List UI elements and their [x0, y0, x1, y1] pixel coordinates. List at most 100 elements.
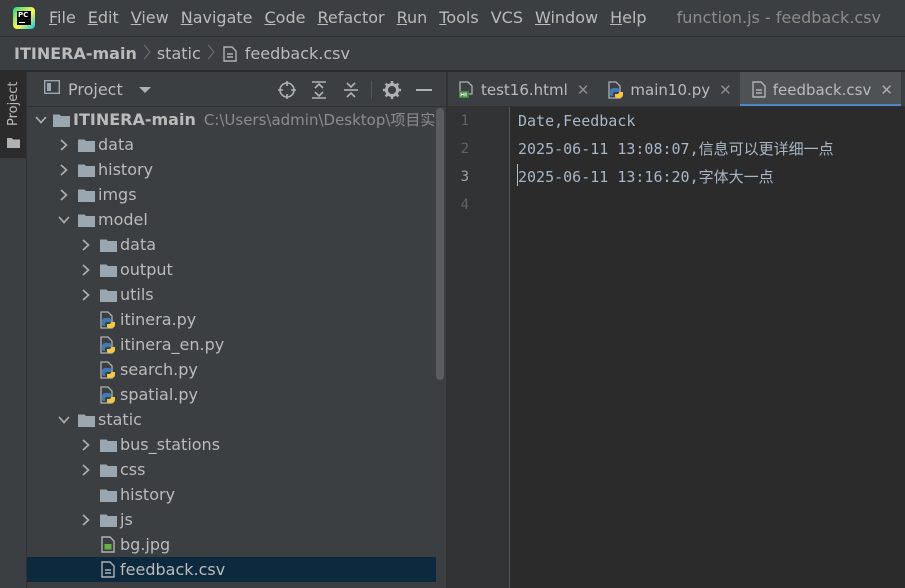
chevron-down-icon[interactable] — [57, 407, 71, 432]
tree-folder-row[interactable]: data — [27, 132, 436, 157]
tree-file-row[interactable]: itinera.py — [27, 307, 436, 332]
tree-folder-row[interactable]: static — [27, 407, 436, 432]
chevron-right-icon[interactable] — [79, 432, 93, 457]
line-number-gutter: 1 2 3 4 — [448, 107, 510, 588]
menu-view[interactable]: View — [125, 0, 175, 36]
chevron-down-icon[interactable] — [138, 80, 151, 98]
tree-file-row[interactable]: itinera_en.py — [27, 332, 436, 357]
chevron-down-icon[interactable] — [57, 207, 71, 232]
chevron-right-icon[interactable] — [79, 282, 93, 307]
editor-tab[interactable]: test16.html ✕ — [448, 72, 597, 106]
collapse-all-icon[interactable] — [335, 72, 367, 107]
breadcrumb-root[interactable]: ITINERA-main — [14, 44, 137, 63]
tree-item-label: utils — [120, 285, 154, 304]
menu-window[interactable]: Window — [529, 0, 604, 36]
tree-item-label: model — [98, 210, 148, 229]
tree-folder-row[interactable]: imgs — [27, 182, 436, 207]
menu-run[interactable]: Run — [391, 0, 434, 36]
csv-file-icon — [221, 45, 239, 63]
editor-tab-overflow[interactable] — [901, 72, 905, 106]
code-line[interactable]: Date,Feedback — [518, 107, 635, 135]
menu-tools[interactable]: Tools — [433, 0, 484, 36]
menu-navigate[interactable]: Navigate — [175, 0, 259, 36]
close-icon[interactable]: ✕ — [577, 81, 590, 99]
project-tool-label: Project — [6, 81, 21, 126]
code-editor[interactable]: 1 2 3 4 Date,Feedback 2025-06-11 13:08:07,信息… — [448, 107, 905, 588]
line-number: 2 — [460, 141, 469, 157]
folder-icon — [99, 511, 117, 529]
tree-item-label: data — [120, 235, 157, 254]
tree-item-label: ITINERA-main — [73, 110, 196, 129]
tree-folder-row[interactable]: bus_stations — [27, 432, 436, 457]
menu-file[interactable]: File — [43, 0, 82, 36]
tree-item-label: css — [120, 460, 146, 479]
menu-edit[interactable]: Edit — [82, 0, 125, 36]
project-path-hint: C:\Users\admin\Desktop\项目实训\ — [203, 111, 436, 129]
pycharm-logo-icon: PC — [13, 7, 35, 29]
breadcrumb-separator-icon — [143, 44, 151, 64]
tree-item-label: output — [120, 260, 173, 279]
folder-icon — [99, 236, 117, 254]
tree-item-label: itinera.py — [120, 310, 197, 329]
breadcrumb: ITINERA-main static feedback.csv — [0, 36, 905, 71]
tree-folder-row[interactable]: output — [27, 257, 436, 282]
tab-label: feedback.csv — [772, 80, 872, 99]
menu-help[interactable]: Help — [604, 0, 652, 36]
chevron-right-icon[interactable] — [57, 132, 71, 157]
tab-label: test16.html — [481, 80, 568, 99]
tree-file-row[interactable]: spatial.py — [27, 382, 436, 407]
tree-item-label: history — [98, 160, 154, 179]
tree-file-row[interactable]: bg.jpg — [27, 532, 436, 557]
project-tool-window-tab[interactable]: Project — [0, 72, 26, 158]
close-icon[interactable]: ✕ — [880, 81, 893, 99]
tree-file-row[interactable]: feedback.csv — [27, 557, 436, 582]
tree-folder-row[interactable]: utils — [27, 282, 436, 307]
editor-tab[interactable]: feedback.csv ✕ — [739, 72, 902, 106]
editor-tab[interactable]: main10.py ✕ — [597, 72, 739, 106]
breadcrumb-folder[interactable]: static — [157, 44, 201, 63]
folder-icon — [77, 186, 95, 204]
tree-item-label: static — [98, 410, 142, 429]
folder-icon — [99, 486, 117, 504]
tree-folder-row[interactable]: css — [27, 457, 436, 482]
tree-scrollbar-thumb[interactable] — [436, 108, 444, 380]
tree-item-label: spatial.py — [120, 385, 198, 404]
code-line[interactable]: 2025-06-11 13:16:20,字体大一点 — [518, 163, 774, 191]
tree-folder-row[interactable]: model — [27, 207, 436, 232]
tree-file-row[interactable]: search.py — [27, 357, 436, 382]
chevron-right-icon[interactable] — [57, 182, 71, 207]
tree-item-label: bus_stations — [120, 435, 221, 454]
chevron-down-icon[interactable] — [35, 107, 47, 132]
tree-folder-row[interactable]: history — [27, 482, 436, 507]
chevron-right-icon[interactable] — [79, 257, 93, 282]
chevron-right-icon[interactable] — [79, 232, 93, 257]
line-number: 1 — [460, 113, 469, 129]
tree-folder-row[interactable]: history — [27, 157, 436, 182]
csv-file-icon — [750, 81, 768, 99]
gear-icon[interactable] — [376, 72, 408, 107]
window-title: function.js - feedback.csv — [676, 8, 881, 27]
expand-all-icon[interactable] — [303, 72, 335, 107]
tab-label: main10.py — [630, 80, 711, 99]
chevron-right-icon[interactable] — [57, 157, 71, 182]
python-file-icon — [99, 335, 117, 354]
project-view-icon — [43, 79, 61, 98]
chevron-right-icon[interactable] — [79, 507, 93, 532]
code-line[interactable]: 2025-06-11 13:08:07,信息可以更详细一点 — [518, 135, 834, 163]
menu-code[interactable]: Code — [259, 0, 312, 36]
tree-folder-row[interactable]: js — [27, 507, 436, 532]
project-panel-title[interactable]: Project — [68, 80, 123, 99]
locate-file-icon[interactable] — [271, 72, 303, 107]
menu-vcs[interactable]: VCS — [485, 0, 529, 36]
text-caret — [517, 164, 518, 186]
close-icon[interactable]: ✕ — [719, 81, 732, 99]
chevron-right-icon[interactable] — [79, 457, 93, 482]
project-panel-header: Project — [27, 72, 446, 107]
menu-refactor[interactable]: Refactor — [311, 0, 390, 36]
tree-folder-row[interactable]: ITINERA-main C:\Users\admin\Desktop\项目实训\ — [27, 107, 436, 132]
breadcrumb-file[interactable]: feedback.csv — [245, 44, 350, 63]
hide-panel-icon[interactable] — [408, 72, 440, 107]
tree-folder-row[interactable]: data — [27, 232, 436, 257]
tree-item-label: feedback.csv — [120, 560, 226, 579]
python-file-icon — [99, 385, 117, 404]
